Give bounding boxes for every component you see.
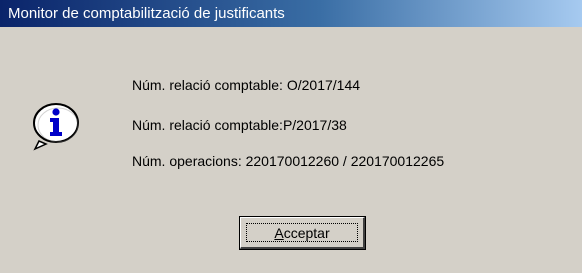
message-line-relacio-p: Núm. relació comptable:P/2017/38 <box>132 117 347 133</box>
accept-button-label: Acceptar <box>241 225 363 241</box>
message-line-relacio-o: Núm. relació comptable: O/2017/144 <box>132 77 361 93</box>
accept-button-label-rest: cceptar <box>283 225 330 241</box>
information-icon <box>33 103 79 151</box>
title-bar[interactable]: Monitor de comptabilització de justifica… <box>0 0 582 27</box>
accept-button[interactable]: Acceptar <box>239 216 366 250</box>
message-line-operacions: Núm. operacions: 220170012260 / 22017001… <box>132 153 445 169</box>
window-title: Monitor de comptabilització de justifica… <box>8 5 285 22</box>
message-dialog: Monitor de comptabilització de justifica… <box>0 0 582 273</box>
accept-button-mnemonic: A <box>274 225 284 241</box>
